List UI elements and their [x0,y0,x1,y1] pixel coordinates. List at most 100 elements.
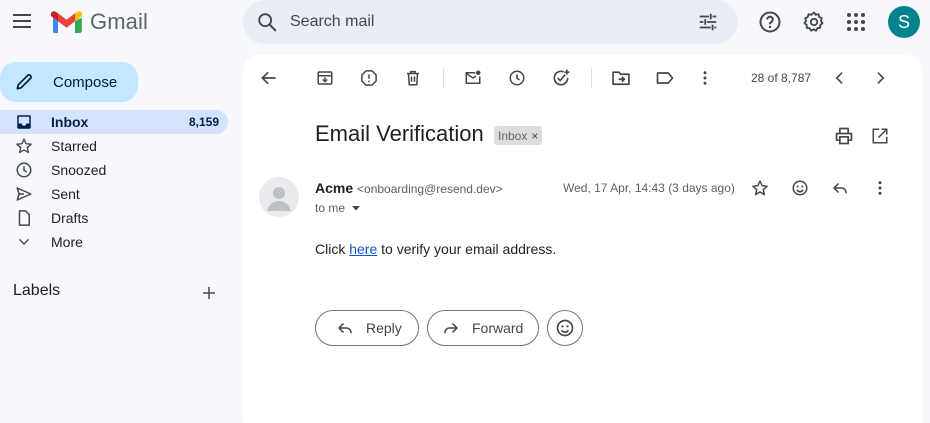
search-options-icon[interactable] [684,11,732,33]
delete-button[interactable] [401,66,425,90]
add-task-icon [553,69,570,86]
toolbar-divider [591,68,592,88]
sidebar-item-label: More [51,234,83,250]
star-button[interactable] [748,176,772,200]
email-body: Click here to verify your email address. [315,241,556,257]
sidebar-item-sent[interactable]: Sent [0,182,228,206]
create-label-button[interactable] [196,280,222,306]
reply-label: Reply [366,320,402,336]
report-icon [361,70,377,86]
add-reaction-button[interactable] [788,176,812,200]
settings-button[interactable] [794,2,834,42]
sender-email: <onboarding@resend.dev> [357,182,503,196]
label-chip-inbox[interactable]: Inbox × [494,126,543,145]
email-subject: Email Verification [315,121,484,146]
star-icon [13,137,35,155]
more-vertical-icon [703,71,707,85]
chevron-left-icon [835,72,843,84]
print-icon [835,127,853,145]
gmail-m-icon [51,11,82,33]
move-to-button[interactable] [609,66,633,90]
sender-name[interactable]: Acme [315,180,353,196]
sidebar-item-label: Snoozed [51,162,107,178]
older-button[interactable] [868,66,892,90]
sidebar-item-starred[interactable]: Starred [0,134,228,158]
person-icon [267,187,291,211]
reply-button[interactable]: Reply [315,310,419,346]
plus-icon [203,287,215,299]
print-button[interactable] [832,124,856,148]
search-input[interactable] [290,0,684,44]
open-new-window-button[interactable] [868,124,892,148]
newer-button[interactable] [828,66,852,90]
help-button[interactable] [750,2,790,42]
remove-label-button[interactable]: × [531,129,538,143]
sidebar-item-label: Sent [51,186,80,202]
label-chip-text: Inbox [498,128,528,143]
message-more-button[interactable] [868,176,892,200]
trash-icon [407,70,419,86]
inbox-unread-count: 8,159 [188,115,219,129]
labels-header: Labels [13,282,61,299]
main-menu-button[interactable] [2,1,42,41]
labels-button[interactable] [653,66,677,90]
sidebar-item-label: Starred [51,138,97,154]
draft-icon [13,209,35,227]
label-icon [656,72,674,84]
arrow-left-icon [261,71,276,85]
sidebar-item-label: Drafts [51,210,89,226]
compose-label: Compose [53,73,118,91]
emoji-icon [792,180,808,196]
reply-icon [832,182,847,194]
pagination-text: 28 of 8,787 [751,71,812,85]
clock-icon [509,70,525,86]
mark-unread-button[interactable] [461,66,485,90]
reply-icon [336,319,354,337]
help-icon [759,11,781,33]
emoji-reaction-button[interactable] [547,310,583,346]
sidebar-item-inbox[interactable]: Inbox 8,159 [0,110,228,134]
sidebar-nav: Inbox 8,159 Starred Snoozed Sent Drafts … [0,110,228,254]
search-bar[interactable] [243,0,738,44]
sidebar-item-drafts[interactable]: Drafts [0,206,228,230]
sidebar-item-snoozed[interactable]: Snoozed [0,158,228,182]
recipient-details-toggle[interactable]: to me [315,201,361,215]
report-spam-button[interactable] [357,66,381,90]
emoji-icon [556,319,574,337]
snooze-button[interactable] [505,66,529,90]
star-icon [752,180,768,196]
apps-button[interactable] [836,2,876,42]
apps-grid-icon [847,13,865,31]
verify-link[interactable]: here [349,241,377,257]
account-avatar[interactable]: S [888,6,920,38]
inbox-icon [13,113,35,131]
more-options-button[interactable] [693,66,717,90]
recipient-text: to me [315,201,346,215]
archive-icon [317,71,333,85]
forward-label: Forward [472,320,524,336]
compose-button[interactable]: Compose [0,62,138,102]
body-text-before: Click [315,241,350,257]
mark-unread-icon [465,70,481,84]
pencil-icon [14,72,34,92]
forward-icon [442,319,460,337]
folder-move-icon [612,71,630,86]
chevron-down-icon [13,234,35,250]
add-to-tasks-button[interactable] [549,66,573,90]
clock-icon [13,161,35,179]
archive-button[interactable] [313,66,337,90]
back-button[interactable] [257,66,281,90]
hamburger-icon [13,14,31,28]
chevron-right-icon [877,72,885,84]
gmail-logo[interactable]: Gmail [51,9,148,35]
sidebar-item-more[interactable]: More [0,230,228,254]
more-vertical-icon [878,181,882,195]
message-panel [243,55,922,423]
reply-icon-button[interactable] [828,176,852,200]
forward-button[interactable]: Forward [427,310,539,346]
send-icon [13,185,35,203]
sender-line: Acme <onboarding@resend.dev> [315,180,503,196]
sidebar-item-label: Inbox [51,114,89,130]
sender-avatar[interactable] [259,177,299,217]
search-icon[interactable] [244,11,290,33]
